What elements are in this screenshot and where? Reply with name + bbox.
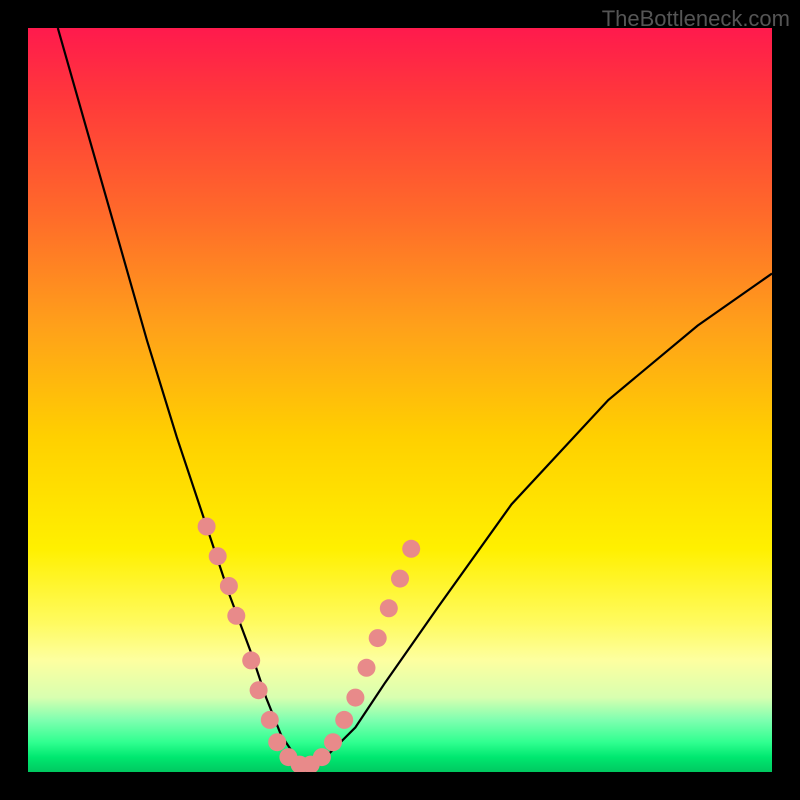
curve-dot: [346, 689, 364, 707]
curve-dot: [358, 659, 376, 677]
watermark-text: TheBottleneck.com: [602, 6, 790, 32]
curve-dot: [242, 651, 260, 669]
curve-dot: [268, 733, 286, 751]
curve-dot: [402, 540, 420, 558]
chart-svg: [28, 28, 772, 772]
curve-dot: [313, 748, 331, 766]
chart-container: TheBottleneck.com: [0, 0, 800, 800]
plot-area: [28, 28, 772, 772]
curve-dot: [227, 607, 245, 625]
curve-dot: [198, 518, 216, 536]
curve-dot: [209, 547, 227, 565]
curve-dot: [369, 629, 387, 647]
curve-dot: [250, 681, 268, 699]
curve-dot: [261, 711, 279, 729]
curve-dot: [391, 570, 409, 588]
curve-dot: [380, 599, 398, 617]
curve-dot: [335, 711, 353, 729]
bottleneck-curve-line: [58, 28, 772, 765]
curve-dots: [198, 518, 421, 773]
curve-dot: [324, 733, 342, 751]
curve-dot: [220, 577, 238, 595]
